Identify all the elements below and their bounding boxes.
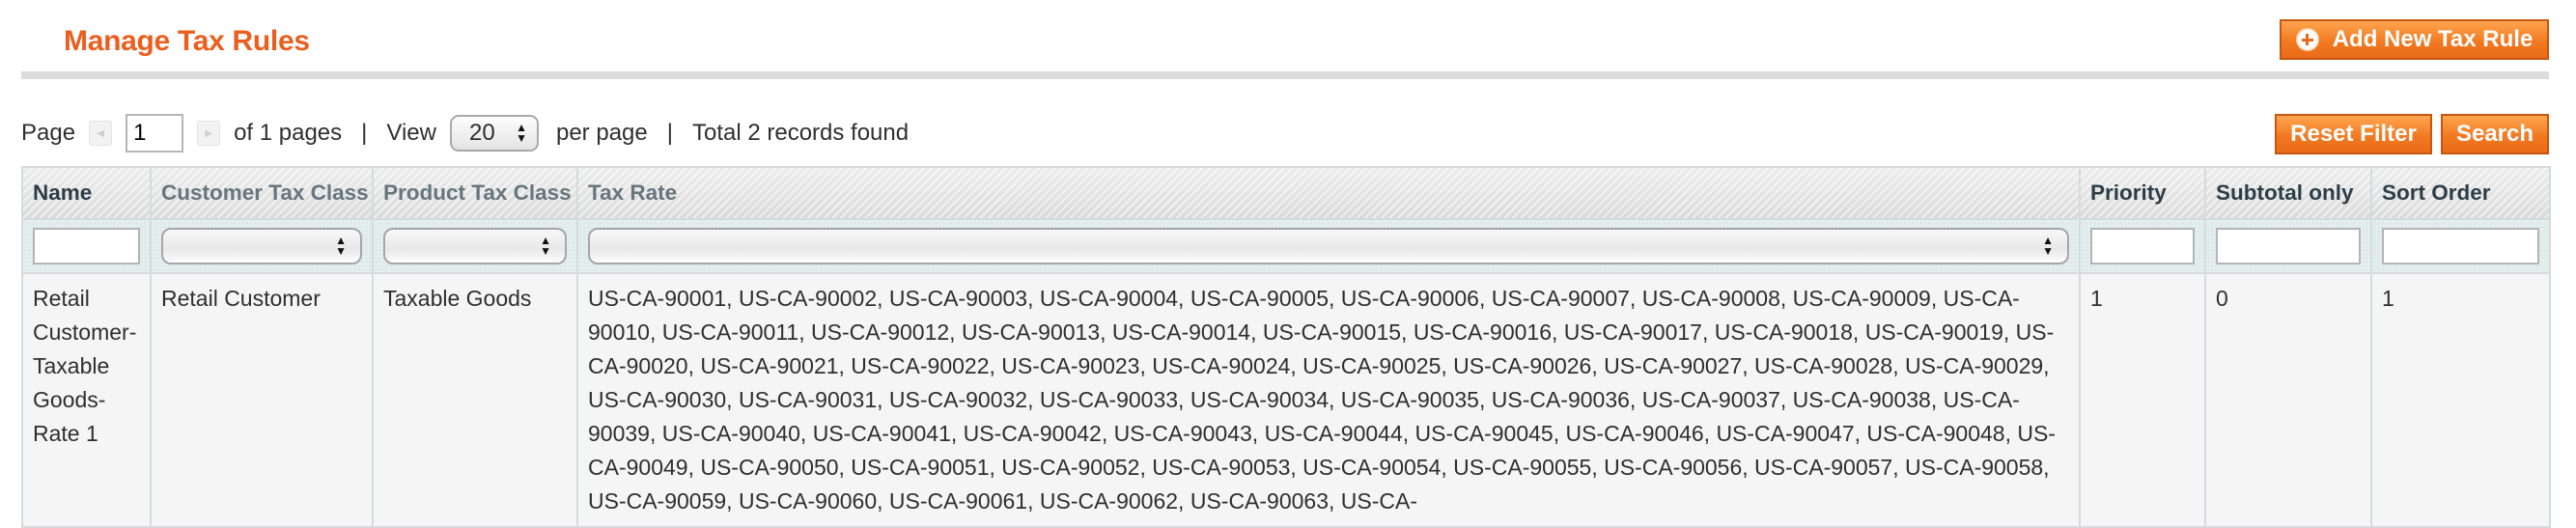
column-header-subtotal-only[interactable]: Subtotal only bbox=[2204, 166, 2372, 220]
tax-rules-grid: Name Customer Tax Class Product Tax Clas… bbox=[21, 166, 2551, 528]
of-pages-label: of 1 pages bbox=[234, 120, 343, 146]
cell-customer-tax-class: Retail Customer bbox=[150, 272, 374, 528]
separator: | bbox=[361, 120, 368, 146]
select-arrows-icon: ▲ ▼ bbox=[540, 234, 551, 258]
select-arrows-icon: ▲ ▼ bbox=[2042, 234, 2054, 258]
add-new-tax-rule-label: Add New Tax Rule bbox=[2332, 26, 2534, 52]
plus-circle-icon bbox=[2295, 28, 2319, 51]
filter-priority-input[interactable] bbox=[2090, 228, 2195, 264]
cell-priority: 1 bbox=[2079, 272, 2206, 528]
select-arrows-icon: ▲ ▼ bbox=[516, 121, 527, 145]
column-header-sort-order[interactable]: Sort Order bbox=[2370, 166, 2551, 220]
page-title: Manage Tax Rules bbox=[64, 25, 310, 57]
per-page-label: per page bbox=[555, 120, 648, 146]
table-row[interactable]: Retail Customer-Taxable Goods-Rate 1 Ret… bbox=[21, 272, 2551, 528]
column-header-customer-tax-class[interactable]: Customer Tax Class bbox=[150, 166, 374, 220]
filter-tax-rate-select[interactable]: ▲ ▼ bbox=[588, 228, 2069, 264]
column-header-priority[interactable]: Priority bbox=[2079, 166, 2206, 220]
filter-subtotal-only-input[interactable] bbox=[2216, 228, 2361, 264]
page-number-input[interactable] bbox=[126, 114, 184, 153]
filter-name-input[interactable] bbox=[33, 228, 140, 264]
column-header-tax-rate[interactable]: Tax Rate bbox=[576, 166, 2081, 220]
grid-filter-row: ▲ ▼ ▲ ▼ ▲ ▼ bbox=[21, 218, 2551, 274]
cell-subtotal-only: 0 bbox=[2204, 272, 2372, 528]
per-page-select[interactable]: 20 ▲ ▼ bbox=[449, 115, 539, 152]
grid-header-row: Name Customer Tax Class Product Tax Clas… bbox=[21, 166, 2551, 220]
filter-customer-tax-class-select[interactable]: ▲ ▼ bbox=[161, 228, 362, 264]
column-header-product-tax-class[interactable]: Product Tax Class bbox=[372, 166, 578, 220]
cell-sort-order: 1 bbox=[2370, 272, 2551, 528]
column-header-name[interactable]: Name bbox=[21, 166, 152, 220]
select-arrows-icon: ▲ ▼ bbox=[335, 234, 347, 258]
page-label: Page bbox=[21, 120, 76, 146]
filter-product-tax-class-select[interactable]: ▲ ▼ bbox=[383, 228, 567, 264]
separator: | bbox=[666, 120, 673, 146]
per-page-value: 20 bbox=[468, 120, 495, 146]
arrow-right-icon: ▶ bbox=[205, 127, 212, 139]
filter-sort-order-input[interactable] bbox=[2382, 228, 2539, 264]
pager: Page ◀ ▶ of 1 pages | View 20 ▲▼ per pag… bbox=[21, 114, 909, 153]
title-divider bbox=[21, 71, 2549, 79]
previous-page-button[interactable]: ◀ bbox=[89, 121, 113, 146]
cell-product-tax-class: Taxable Goods bbox=[372, 272, 578, 528]
arrow-left-icon: ◀ bbox=[97, 127, 104, 139]
reset-filter-button[interactable]: Reset Filter bbox=[2275, 114, 2432, 154]
add-new-tax-rule-button[interactable]: Add New Tax Rule bbox=[2280, 19, 2549, 60]
cell-name: Retail Customer-Taxable Goods-Rate 1 bbox=[21, 272, 152, 528]
view-label: View bbox=[386, 120, 436, 146]
cell-tax-rate: US-CA-90001, US-CA-90002, US-CA-90003, U… bbox=[576, 272, 2081, 528]
next-page-button[interactable]: ▶ bbox=[197, 121, 221, 146]
search-button[interactable]: Search bbox=[2441, 114, 2549, 154]
total-records: Total 2 records found bbox=[691, 120, 910, 146]
